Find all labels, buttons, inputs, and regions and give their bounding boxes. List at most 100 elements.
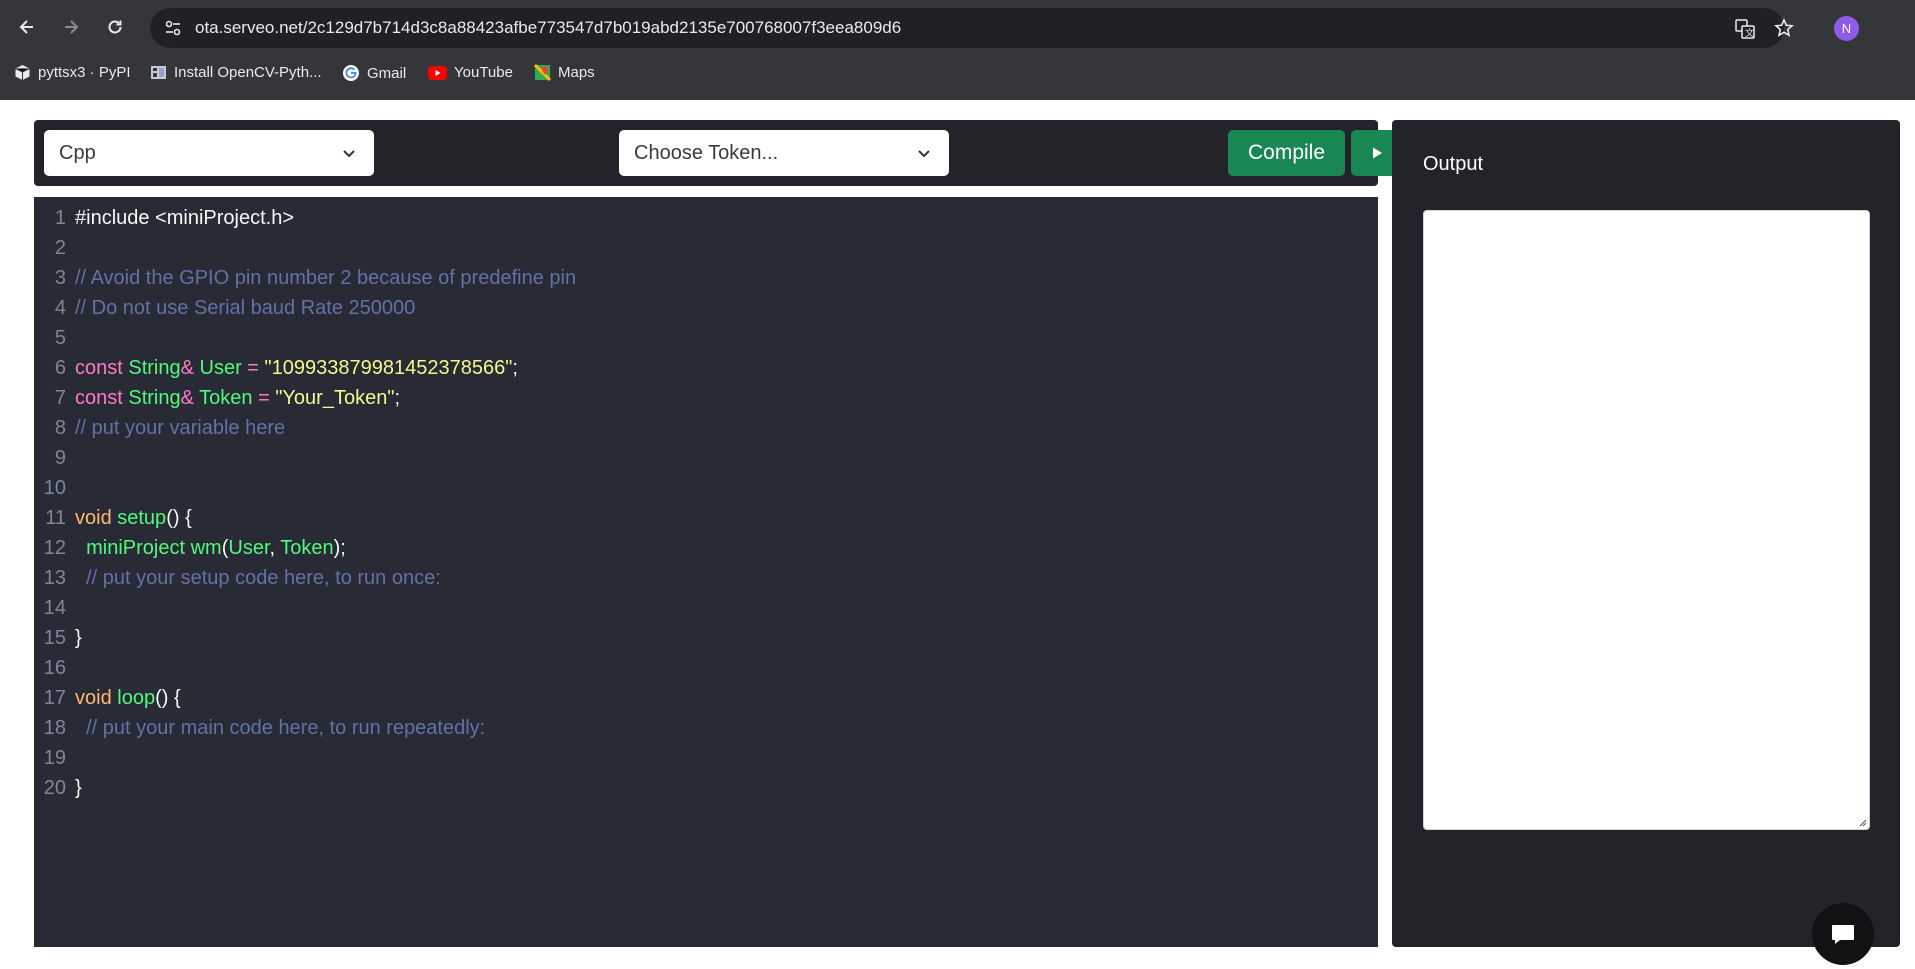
line-number: 8 [54,417,66,439]
code-line[interactable]: 12 miniProject wm(User, Token); [34,533,1378,563]
code-line[interactable]: 15} [34,623,1378,653]
code-token: = [252,387,276,409]
back-arrow-icon [19,20,33,34]
code-text[interactable]: // Do not use Serial baud Rate 250000 [75,293,415,323]
code-token: // put your main code here, to run repea… [75,717,486,739]
language-select[interactable]: Cpp [44,130,374,176]
site-settings-icon[interactable] [164,19,182,37]
code-line[interactable]: 11 void setup() { [34,503,1378,533]
code-text[interactable]: miniProject wm(User, Token); [75,533,346,563]
code-text[interactable]: // Avoid the GPIO pin number 2 because o… [75,263,576,293]
line-number: 7 [54,387,66,409]
code-line[interactable]: 10 [34,473,1378,503]
line-number: 4 [54,297,66,319]
code-token: miniProject wm [86,537,222,559]
code-editor[interactable]: 1 #include <miniProject.h> 2 3 // Avoid the … [34,197,1378,947]
output-panel: Output [1392,120,1900,947]
code-line[interactable]: 19 [34,743,1378,773]
line-number: 19 [43,747,66,769]
code-line[interactable]: 9 [34,443,1378,473]
code-line[interactable]: 1 #include <miniProject.h> [34,203,1378,233]
code-line[interactable]: 4 // Do not use Serial baud Rate 250000 [34,293,1378,323]
code-token: void [75,687,118,709]
line-number: 18 [43,717,66,739]
code-token: String [128,357,181,379]
resize-handle-icon[interactable] [1857,817,1867,827]
code-line[interactable]: 20} [34,773,1378,803]
code-text[interactable]: const String& Token = "Your_Token"; [75,383,400,413]
code-line[interactable]: 7 const String& Token = "Your_Token"; [34,383,1378,413]
line-number: 1 [54,207,66,229]
code-token: ; [394,387,400,409]
browser-chrome: ota.serveo.net/2c129d7b714d3c8a88423afbe… [0,0,1915,100]
code-token: ; [512,357,518,379]
bookmark-youtube[interactable]: YouTube [428,64,513,81]
code-text[interactable]: } [75,773,82,803]
code-token: void [75,507,118,529]
line-number: 6 [54,357,66,379]
code-token: // put your setup code here, to run once… [75,567,441,589]
line-number: 11 [45,507,66,529]
code-token: & [180,387,200,409]
code-line[interactable]: 6 const String& User = "10993387998145237… [34,353,1378,383]
bookmark-maps[interactable]: Maps [534,64,595,81]
line-number: 5 [54,327,66,349]
bookmark-pypi[interactable]: pyttsx3 · PyPI [14,64,131,81]
translate-icon[interactable]: 文 [1734,18,1756,40]
svg-text:文: 文 [1745,27,1754,39]
code-token: String [128,387,181,409]
maps-icon [534,64,551,81]
chevron-down-icon [343,150,355,158]
token-select-value: Choose Token... [634,141,779,164]
bookmark-label: Gmail [367,64,407,82]
code-token: Token [199,387,253,409]
compile-button[interactable]: Compile [1228,130,1345,176]
bookmark-opencv[interactable]: Install OpenCV-Pyth... [150,64,322,81]
bookmark-gmail[interactable]: Gmail [342,64,406,82]
chevron-down-icon [918,150,930,158]
forward-arrow-icon [65,20,79,34]
code-line[interactable]: 3 // Avoid the GPIO pin number 2 because … [34,263,1378,293]
google-icon [343,65,359,81]
code-token: () { [155,687,181,709]
code-line[interactable]: 18 // put your main code here, to run re… [34,713,1378,743]
code-line[interactable]: 2 [34,233,1378,263]
line-number: 2 [54,237,66,259]
code-line[interactable]: 17 void loop() { [34,683,1378,713]
line-number: 12 [43,537,66,559]
token-select[interactable]: Choose Token... [619,130,949,176]
page-icon [151,66,166,79]
back-button[interactable] [12,12,42,42]
code-text[interactable]: const String& User = "109933879981452378… [75,353,518,383]
address-bar[interactable]: ota.serveo.net/2c129d7b714d3c8a88423afbe… [150,8,1794,48]
url-text[interactable]: ota.serveo.net/2c129d7b714d3c8a88423afbe… [195,18,901,38]
profile-avatar[interactable]: N [1834,16,1859,41]
line-number: 20 [43,777,66,799]
code-text[interactable]: // put your main code here, to run repea… [75,713,485,743]
code-text[interactable]: void loop() { [75,683,181,713]
code-token: // Do not use Serial baud Rate 250000 [75,297,416,319]
reload-button[interactable] [100,12,130,42]
code-token: } [75,627,82,649]
code-text[interactable]: // put your setup code here, to run once… [75,563,441,593]
chat-button[interactable] [1812,903,1874,965]
code-token: , [269,537,281,559]
code-line[interactable]: 5 [34,323,1378,353]
code-token: User [199,357,242,379]
code-line[interactable]: 13 // put your setup code here, to run o… [34,563,1378,593]
language-select-value: Cpp [59,141,96,164]
code-text[interactable]: } [75,623,82,653]
output-textarea[interactable] [1423,210,1870,830]
code-line[interactable]: 8 // put your variable here [34,413,1378,443]
code-text[interactable]: // put your variable here [75,413,285,443]
code-token: // Avoid the GPIO pin number 2 because o… [75,267,577,289]
code-token: setup [117,507,167,529]
forward-button[interactable] [56,12,86,42]
code-line[interactable]: 16 [34,653,1378,683]
code-line[interactable]: 14 [34,593,1378,623]
bookmark-star-icon[interactable] [1774,18,1794,38]
line-number: 10 [43,477,66,499]
code-token: ); [333,537,346,559]
code-text[interactable]: void setup() { [75,503,192,533]
code-text[interactable]: #include <miniProject.h> [75,203,294,233]
